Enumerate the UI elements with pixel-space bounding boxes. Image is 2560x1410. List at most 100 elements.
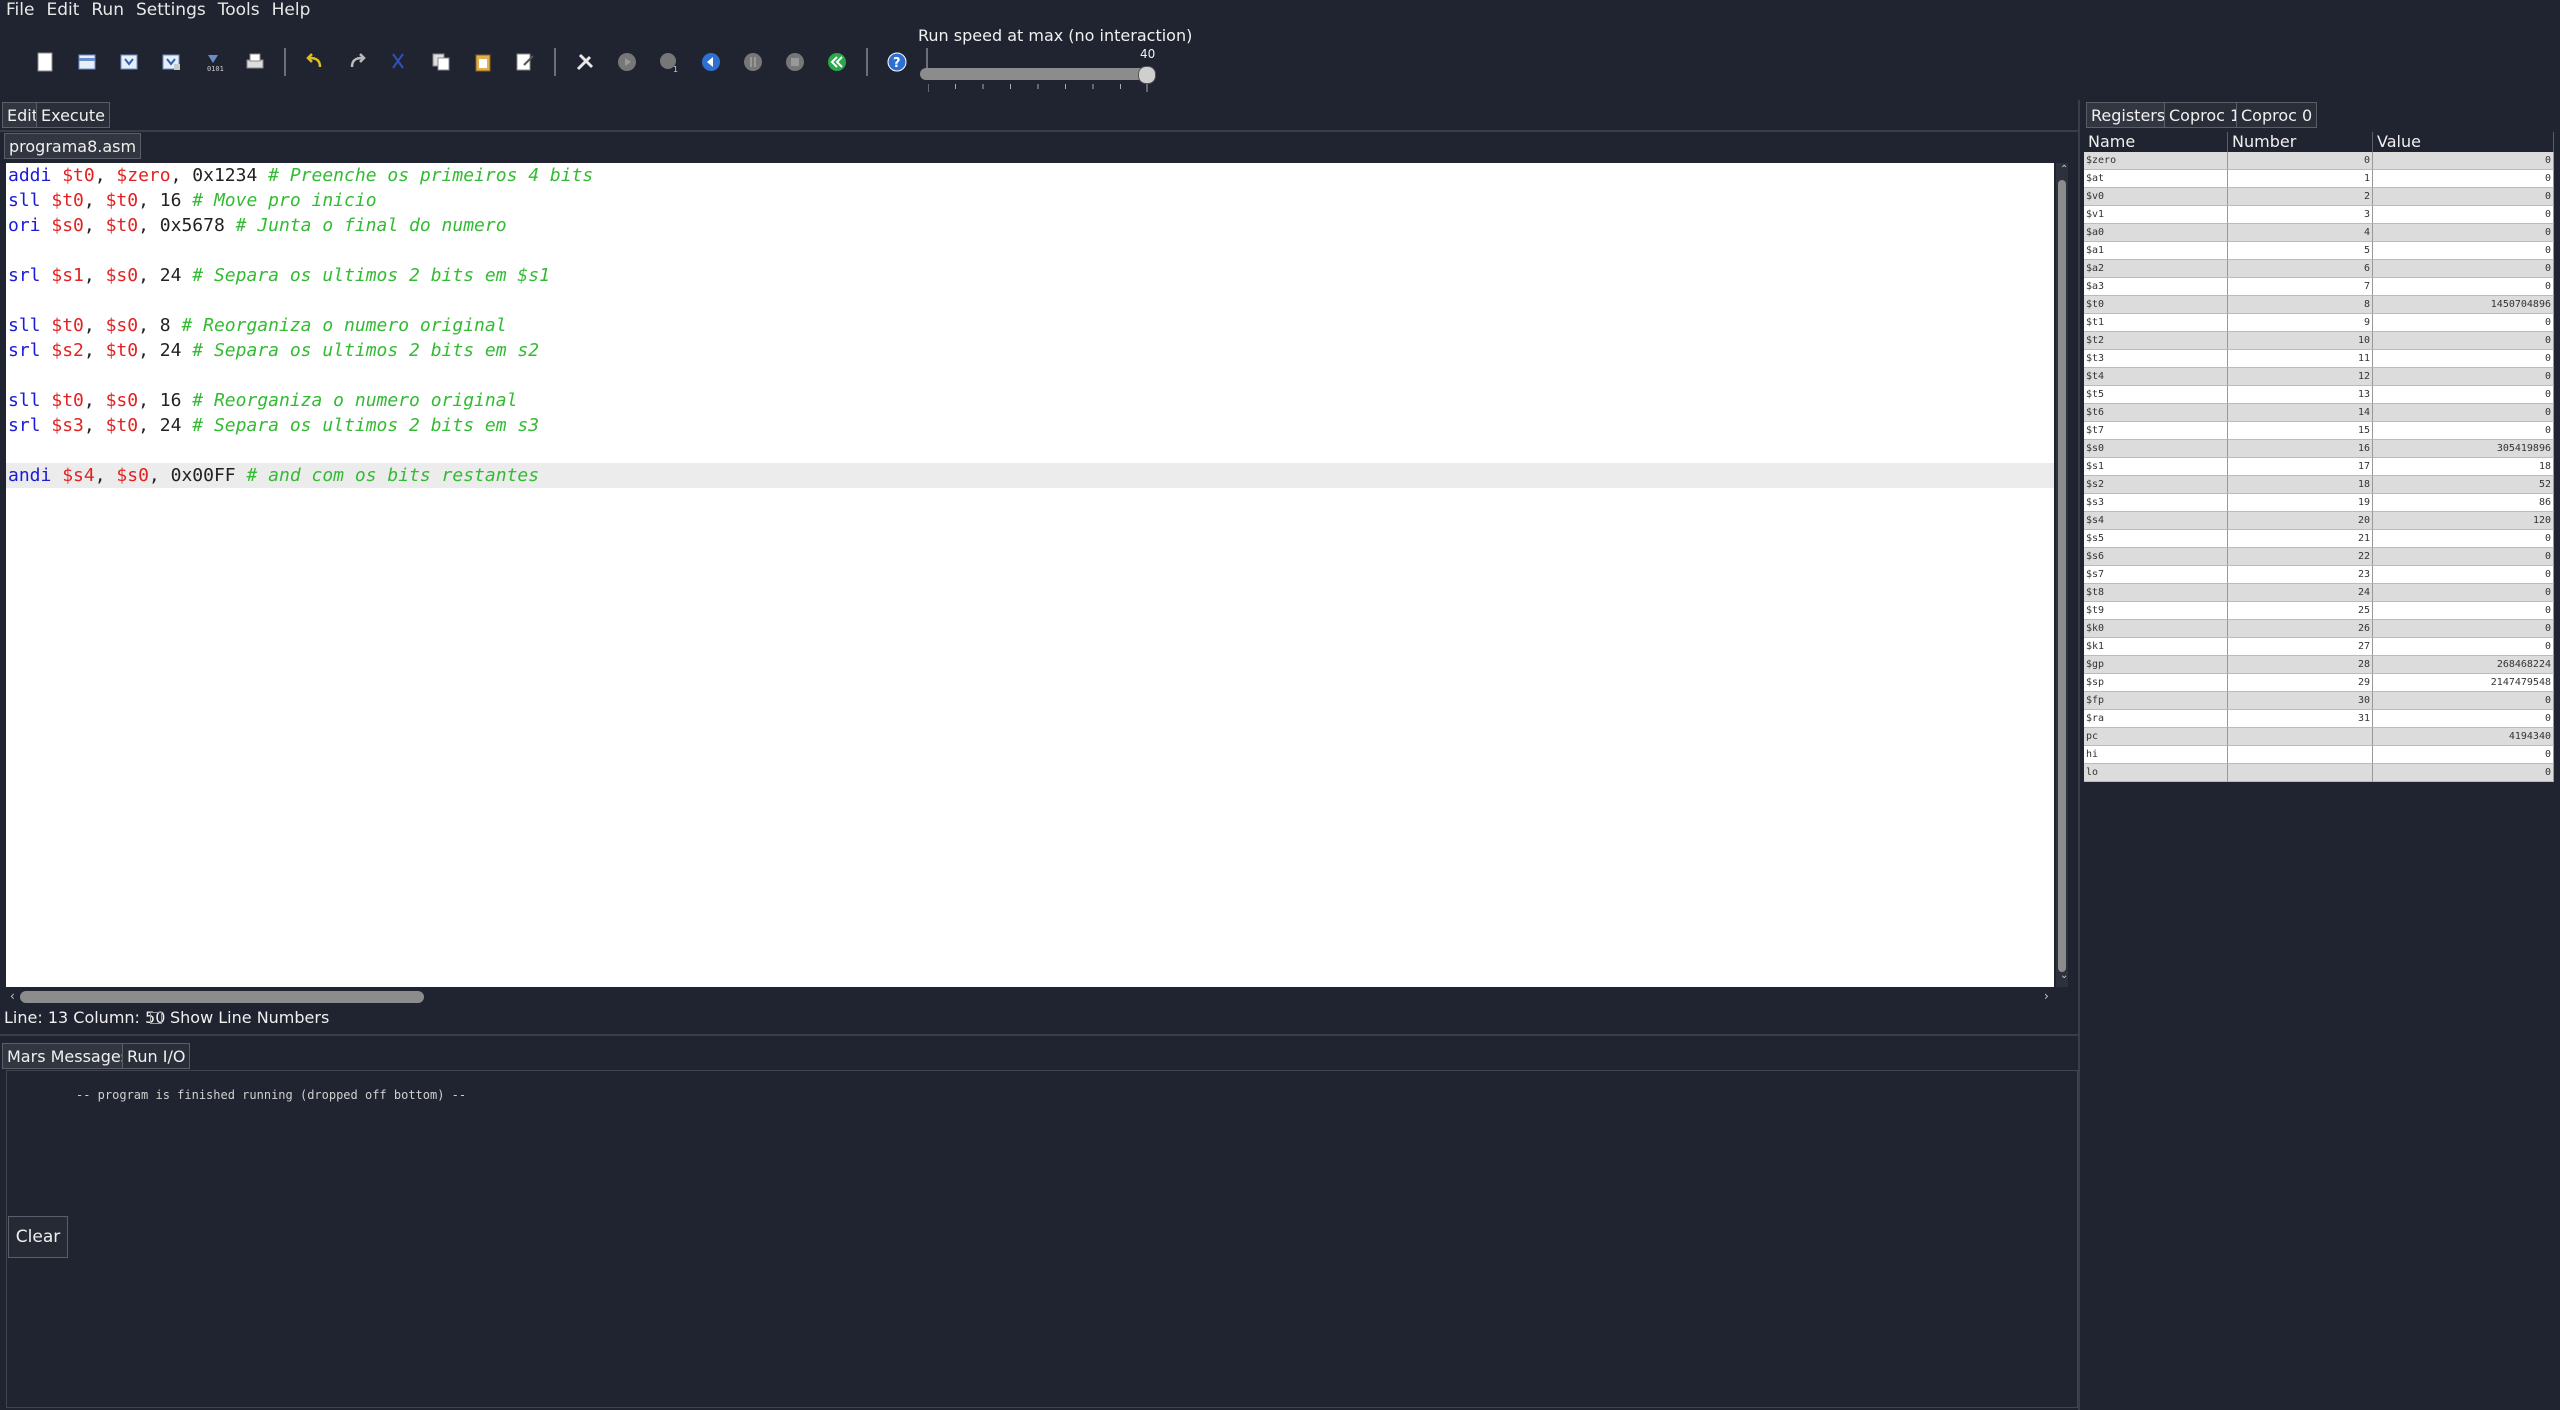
undo-icon[interactable]: [294, 44, 336, 80]
table-row[interactable]: $s4 20 120: [2084, 512, 2558, 530]
register-value[interactable]: 0: [2373, 746, 2554, 764]
scroll-right-icon[interactable]: ›: [2044, 989, 2049, 1003]
pause-icon[interactable]: [732, 44, 774, 80]
tab-coproc-1[interactable]: Coproc 1: [2164, 102, 2246, 128]
table-row[interactable]: $s1 17 18: [2084, 458, 2558, 476]
table-row[interactable]: $t0 8 1450704896: [2084, 296, 2558, 314]
register-value[interactable]: 0: [2373, 386, 2554, 404]
tab-run-io[interactable]: Run I/O: [122, 1043, 191, 1069]
table-row[interactable]: $t3 11 0: [2084, 350, 2558, 368]
code-line[interactable]: addi $t0, $zero, 0x1234 # Preenche os pr…: [6, 163, 2054, 188]
code-line[interactable]: [6, 288, 2054, 313]
scroll-left-icon[interactable]: ‹: [10, 989, 15, 1003]
table-row[interactable]: lo 0: [2084, 764, 2558, 782]
new-file-icon[interactable]: [24, 44, 66, 80]
print-icon[interactable]: [234, 44, 276, 80]
register-value[interactable]: 52: [2373, 476, 2554, 494]
editor-vertical-scroll-thumb[interactable]: [2058, 180, 2066, 972]
register-value[interactable]: 0: [2373, 548, 2554, 566]
table-row[interactable]: $t2 10 0: [2084, 332, 2558, 350]
reset-icon[interactable]: [816, 44, 858, 80]
code-editor[interactable]: addi $t0, $zero, 0x1234 # Preenche os pr…: [6, 163, 2054, 987]
register-value[interactable]: 0: [2373, 404, 2554, 422]
register-value[interactable]: 0: [2373, 368, 2554, 386]
clear-button[interactable]: Clear: [8, 1216, 68, 1258]
register-value[interactable]: 0: [2373, 584, 2554, 602]
register-value[interactable]: 0: [2373, 314, 2554, 332]
register-value[interactable]: 0: [2373, 224, 2554, 242]
menu-file[interactable]: File: [0, 0, 40, 22]
table-row[interactable]: $v0 2 0: [2084, 188, 2558, 206]
column-number[interactable]: Number: [2228, 132, 2373, 152]
register-value[interactable]: 0: [2373, 188, 2554, 206]
register-value[interactable]: 0: [2373, 152, 2554, 170]
split-divider[interactable]: [0, 1034, 2078, 1036]
code-line[interactable]: [6, 363, 2054, 388]
run-speed-slider[interactable]: [920, 68, 1154, 80]
table-row[interactable]: $a2 6 0: [2084, 260, 2558, 278]
register-value[interactable]: 0: [2373, 602, 2554, 620]
table-row[interactable]: hi 0: [2084, 746, 2558, 764]
register-value[interactable]: 0: [2373, 332, 2554, 350]
table-row[interactable]: $t7 15 0: [2084, 422, 2558, 440]
dump-memory-icon[interactable]: 0101: [192, 44, 234, 80]
code-line[interactable]: sll $t0, $t0, 16 # Move pro inicio: [6, 188, 2054, 213]
table-row[interactable]: $t5 13 0: [2084, 386, 2558, 404]
register-value[interactable]: 86: [2373, 494, 2554, 512]
table-row[interactable]: $t1 9 0: [2084, 314, 2558, 332]
register-value[interactable]: 0: [2373, 170, 2554, 188]
table-row[interactable]: $k1 27 0: [2084, 638, 2558, 656]
register-value[interactable]: 0: [2373, 530, 2554, 548]
table-row[interactable]: $s2 18 52: [2084, 476, 2558, 494]
table-row[interactable]: pc 4194340: [2084, 728, 2558, 746]
messages-area[interactable]: [6, 1070, 2078, 1408]
help-icon[interactable]: ?: [876, 44, 918, 80]
tab-registers[interactable]: Registers: [2086, 102, 2171, 128]
table-row[interactable]: $k0 26 0: [2084, 620, 2558, 638]
register-value[interactable]: 0: [2373, 242, 2554, 260]
register-value[interactable]: 268468224: [2373, 656, 2554, 674]
table-row[interactable]: $s0 16 305419896: [2084, 440, 2558, 458]
table-row[interactable]: $t8 24 0: [2084, 584, 2558, 602]
scroll-down-icon[interactable]: ⌄: [2060, 970, 2068, 981]
column-value[interactable]: Value: [2373, 132, 2554, 152]
code-line[interactable]: srl $s1, $s0, 24 # Separa os ultimos 2 b…: [6, 263, 2054, 288]
table-row[interactable]: $zero 0 0: [2084, 152, 2558, 170]
register-value[interactable]: 0: [2373, 350, 2554, 368]
menu-settings[interactable]: Settings: [130, 0, 212, 22]
code-line[interactable]: srl $s3, $t0, 24 # Separa os ultimos 2 b…: [6, 413, 2054, 438]
code-line[interactable]: andi $s4, $s0, 0x00FF # and com os bits …: [6, 463, 2054, 488]
menu-run[interactable]: Run: [85, 0, 130, 22]
table-row[interactable]: $s7 23 0: [2084, 566, 2558, 584]
redo-icon[interactable]: [336, 44, 378, 80]
code-line[interactable]: [6, 238, 2054, 263]
table-row[interactable]: $gp 28 268468224: [2084, 656, 2558, 674]
table-row[interactable]: $t4 12 0: [2084, 368, 2558, 386]
panel-divider[interactable]: [2078, 100, 2080, 1410]
code-line[interactable]: sll $t0, $s0, 8 # Reorganiza o numero or…: [6, 313, 2054, 338]
stop-icon[interactable]: [774, 44, 816, 80]
column-name[interactable]: Name: [2084, 132, 2228, 152]
show-line-numbers-checkbox[interactable]: [150, 1012, 162, 1024]
register-value[interactable]: 1450704896: [2373, 296, 2554, 314]
table-row[interactable]: $ra 31 0: [2084, 710, 2558, 728]
step-icon[interactable]: 1: [648, 44, 690, 80]
save-as-icon[interactable]: [150, 44, 192, 80]
run-speed-slider-thumb[interactable]: [1138, 66, 1156, 84]
menu-help[interactable]: Help: [266, 0, 317, 22]
register-value[interactable]: 0: [2373, 710, 2554, 728]
register-value[interactable]: 2147479548: [2373, 674, 2554, 692]
register-value[interactable]: 0: [2373, 764, 2554, 782]
table-row[interactable]: $v1 3 0: [2084, 206, 2558, 224]
backstep-icon[interactable]: [690, 44, 732, 80]
code-line[interactable]: [6, 438, 2054, 463]
register-value[interactable]: 18: [2373, 458, 2554, 476]
table-row[interactable]: $at 1 0: [2084, 170, 2558, 188]
code-line[interactable]: sll $t0, $s0, 16 # Reorganiza o numero o…: [6, 388, 2054, 413]
register-value[interactable]: 305419896: [2373, 440, 2554, 458]
register-value[interactable]: 0: [2373, 692, 2554, 710]
table-row[interactable]: $s5 21 0: [2084, 530, 2558, 548]
table-row[interactable]: $a0 4 0: [2084, 224, 2558, 242]
menu-tools[interactable]: Tools: [212, 0, 266, 22]
register-value[interactable]: 0: [2373, 422, 2554, 440]
